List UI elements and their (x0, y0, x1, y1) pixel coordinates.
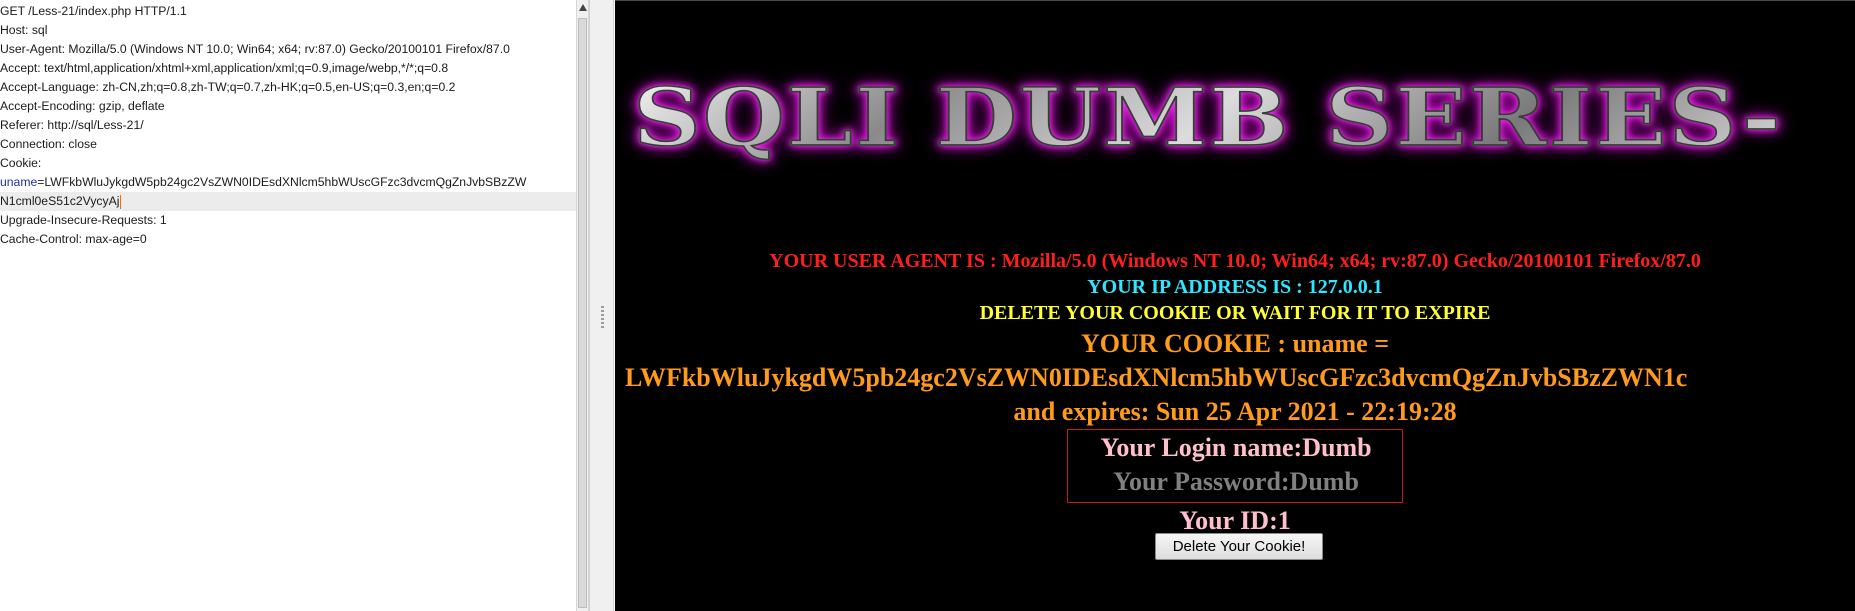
request-scrollbar[interactable] (576, 0, 589, 611)
request-line-text: Accept-Encoding: gzip, deflate (0, 99, 165, 113)
request-line[interactable]: User-Agent: Mozilla/5.0 (Windows NT 10.0… (0, 40, 576, 59)
request-line[interactable]: Connection: close (0, 135, 576, 154)
cookie-param-line[interactable]: uname=LWFkbWluJykgdW5pb24gc2VsZWN0IDEsdX… (0, 173, 576, 192)
request-line[interactable]: Accept: text/html,application/xhtml+xml,… (0, 59, 576, 78)
request-line-text: Connection: close (0, 137, 97, 151)
response-render: SQLI DUMB SERIES- YOUR USER AGENT IS : M… (615, 0, 1855, 611)
request-line-text: Host: sql (0, 23, 48, 37)
request-line[interactable]: Upgrade-Insecure-Requests: 1 (0, 211, 576, 230)
delete-cookie-button[interactable]: Delete Your Cookie! (1155, 533, 1323, 560)
cookie-param-value: =LWFkbWluJykgdW5pb24gc2VsZWN0IDEsdXNlcm5… (37, 175, 527, 189)
request-line[interactable]: Cache-Control: max-age=0 (0, 230, 576, 249)
request-lines: GET /Less-21/index.php HTTP/1.1 Host: sq… (0, 0, 576, 249)
request-line[interactable]: Referer: http://sql/Less-21/ (0, 116, 576, 135)
cookie-param-continuation[interactable]: N1cml0eS51c2VycyAj (0, 192, 576, 211)
text-caret (120, 194, 122, 209)
ip-address-line: YOUR IP ADDRESS IS : 127.0.0.1 (1087, 276, 1383, 298)
cookie-value: LWFkbWluJykgdW5pb24gc2VsZWN0IDEsdXNlcm5h… (625, 363, 1688, 392)
banner-title: SQLI DUMB SERIES- (632, 70, 1783, 165)
scroll-up-arrow-icon[interactable] (579, 4, 587, 11)
request-line-text: Referer: http://sql/Less-21/ (0, 118, 144, 132)
request-editor[interactable]: GET /Less-21/index.php HTTP/1.1 Host: sq… (0, 0, 577, 611)
request-line-text: Upgrade-Insecure-Requests: 1 (0, 213, 167, 227)
request-line-text: User-Agent: Mozilla/5.0 (Windows NT 10.0… (0, 42, 510, 56)
request-line[interactable]: Cookie: (0, 154, 576, 173)
request-line-text: Accept-Language: zh-CN,zh;q=0.8,zh-TW;q=… (0, 80, 456, 94)
delete-cookie-hint: DELETE YOUR COOKIE OR WAIT FOR IT TO EXP… (979, 302, 1491, 324)
request-line[interactable]: GET /Less-21/index.php HTTP/1.1 (0, 2, 576, 21)
request-line-text: N1cml0eS51c2VycyAj (0, 194, 120, 208)
cookie-expires: and expires: Sun 25 Apr 2021 - 22:19:28 (1013, 397, 1457, 426)
pane-splitter[interactable] (589, 0, 614, 611)
request-line[interactable]: Accept-Language: zh-CN,zh;q=0.8,zh-TW;q=… (0, 78, 576, 97)
login-password: Your Password:Dumb (1113, 467, 1359, 496)
request-line-text: Cookie: (0, 156, 42, 170)
request-line-text: Cache-Control: max-age=0 (0, 232, 147, 246)
user-agent-line: YOUR USER AGENT IS : Mozilla/5.0 (Window… (769, 250, 1701, 272)
request-line-text: GET /Less-21/index.php HTTP/1.1 (0, 4, 187, 18)
scroll-thumb[interactable] (578, 18, 587, 608)
cookie-param-name: uname (0, 175, 38, 189)
app-window: GET /Less-21/index.php HTTP/1.1 Host: sq… (0, 0, 1855, 611)
request-line[interactable]: Accept-Encoding: gzip, deflate (0, 97, 576, 116)
cookie-label: YOUR COOKIE : uname = (1080, 329, 1390, 358)
login-name: Your Login name:Dumb (1100, 433, 1372, 462)
splitter-grip-icon[interactable] (601, 306, 604, 328)
request-line-text: Accept: text/html,application/xhtml+xml,… (0, 61, 449, 75)
login-result-box: Your Login name:Dumb Your Password:Dumb (1067, 429, 1403, 503)
request-line[interactable]: Host: sql (0, 21, 576, 40)
